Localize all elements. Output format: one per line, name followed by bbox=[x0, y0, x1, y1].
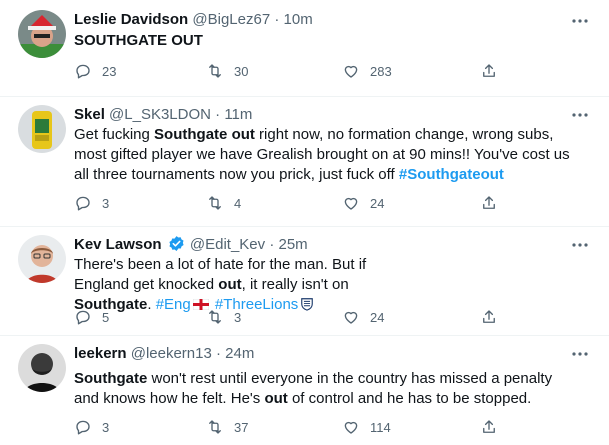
heart-icon bbox=[344, 65, 358, 78]
heart-icon bbox=[344, 197, 358, 210]
retweet-count: 37 bbox=[234, 419, 249, 435]
more-icon[interactable] bbox=[571, 106, 589, 124]
keyword-highlight: Southgate bbox=[154, 126, 228, 143]
tweet-actions: 23 30 283 bbox=[74, 61, 504, 81]
retweet-button[interactable]: 4 bbox=[206, 193, 241, 213]
retweet-icon bbox=[209, 64, 221, 78]
display-name[interactable]: Skel bbox=[74, 106, 105, 123]
tweet-actions: 3 4 24 bbox=[74, 193, 504, 213]
tweet-text-segment: , it really isn't on bbox=[241, 276, 349, 293]
reply-count: 3 bbox=[102, 195, 110, 211]
tweet-header: Skel @L_SK3LDON · 11m bbox=[74, 105, 252, 125]
tweet[interactable]: Skel @L_SK3LDON · 11m Get fucking Southg… bbox=[0, 97, 609, 227]
tweet[interactable]: Kev Lawson @Edit_Kev · 25m There's been … bbox=[0, 227, 609, 336]
like-button[interactable]: 283 bbox=[342, 61, 392, 81]
separator-dot: · bbox=[215, 106, 221, 123]
share-icon bbox=[483, 310, 495, 323]
retweet-button[interactable]: 37 bbox=[206, 417, 248, 437]
timestamp[interactable]: 25m bbox=[278, 236, 307, 253]
avatar[interactable] bbox=[18, 105, 66, 153]
verified-badge-icon bbox=[169, 236, 184, 251]
share-button[interactable] bbox=[480, 193, 508, 213]
share-icon bbox=[483, 420, 495, 433]
tweet-header: leekern @leekern13 · 24m bbox=[74, 344, 254, 364]
tweet-feed: Leslie Davidson @BigLez67 · 10m SOUTHGAT… bbox=[0, 0, 609, 445]
like-count: 114 bbox=[370, 419, 391, 435]
user-handle[interactable]: @Edit_Kev bbox=[190, 236, 265, 253]
retweet-icon bbox=[209, 310, 221, 324]
timestamp[interactable]: 11m bbox=[224, 106, 252, 123]
tweet-header: Leslie Davidson @BigLez67 · 10m bbox=[74, 10, 313, 30]
like-count: 283 bbox=[370, 63, 392, 79]
separator-dot: · bbox=[269, 236, 275, 253]
tweet-text: Southgate won't rest until everyone in t… bbox=[74, 369, 564, 409]
retweet-button[interactable]: 3 bbox=[206, 307, 241, 327]
tweet[interactable]: leekern @leekern13 · 24m Southgate won't… bbox=[0, 336, 609, 445]
reply-button[interactable]: 3 bbox=[74, 193, 109, 213]
reply-count: 5 bbox=[102, 309, 110, 325]
retweet-button[interactable]: 30 bbox=[206, 61, 248, 81]
avatar[interactable] bbox=[18, 344, 66, 392]
heart-icon bbox=[344, 311, 358, 324]
share-button[interactable] bbox=[480, 61, 508, 81]
share-icon bbox=[483, 196, 495, 209]
display-name[interactable]: Kev Lawson bbox=[74, 236, 162, 253]
timestamp[interactable]: 24m bbox=[225, 345, 254, 362]
tweet-text: Get fucking Southgate out right now, no … bbox=[74, 125, 574, 185]
like-count: 24 bbox=[370, 195, 385, 211]
tweet-text-segment: of control and he has to be stopped. bbox=[287, 390, 532, 407]
separator-dot: · bbox=[274, 11, 280, 28]
keyword-highlight: out bbox=[264, 390, 288, 407]
like-button[interactable]: 114 bbox=[342, 417, 391, 437]
display-name[interactable]: leekern bbox=[74, 345, 127, 362]
reply-button[interactable]: 23 bbox=[74, 61, 116, 81]
retweet-icon bbox=[209, 420, 221, 434]
tweet-text-segment: Get fucking bbox=[74, 126, 155, 143]
hashtag-link[interactable]: #Southgateout bbox=[399, 166, 504, 183]
tweet-text-segment: SOUTHGATE OUT bbox=[74, 32, 203, 49]
retweet-count: 3 bbox=[234, 309, 242, 325]
reply-icon bbox=[76, 64, 90, 79]
user-handle[interactable]: @leekern13 bbox=[131, 345, 212, 362]
reply-icon bbox=[76, 420, 90, 435]
more-icon[interactable] bbox=[571, 345, 589, 363]
reply-count: 3 bbox=[102, 419, 110, 435]
like-button[interactable]: 24 bbox=[342, 307, 384, 327]
tweet-actions: 3 37 114 bbox=[74, 417, 504, 437]
reply-button[interactable]: 3 bbox=[74, 417, 109, 437]
tweet-text: There's been a lot of hate for the man. … bbox=[74, 255, 384, 315]
display-name[interactable]: Leslie Davidson bbox=[74, 11, 188, 28]
heart-icon bbox=[344, 421, 358, 434]
user-handle[interactable]: @BigLez67 bbox=[192, 11, 270, 28]
share-icon bbox=[483, 64, 495, 77]
timestamp[interactable]: 10m bbox=[284, 11, 313, 28]
keyword-highlight: Southgate bbox=[74, 370, 148, 387]
share-button[interactable] bbox=[480, 307, 508, 327]
more-icon[interactable] bbox=[571, 236, 589, 254]
tweet-header: Kev Lawson @Edit_Kev · 25m bbox=[74, 235, 308, 255]
retweet-count: 30 bbox=[234, 63, 249, 79]
reply-count: 23 bbox=[102, 63, 117, 79]
retweet-count: 4 bbox=[234, 195, 242, 211]
like-button[interactable]: 24 bbox=[342, 193, 384, 213]
reply-icon bbox=[76, 196, 90, 211]
like-count: 24 bbox=[370, 309, 385, 325]
user-handle[interactable]: @L_SK3LDON bbox=[109, 106, 211, 123]
retweet-icon bbox=[209, 196, 221, 210]
tweet[interactable]: Leslie Davidson @BigLez67 · 10m SOUTHGAT… bbox=[0, 0, 609, 97]
keyword-highlight: out bbox=[218, 276, 242, 293]
more-icon[interactable] bbox=[571, 12, 589, 30]
tweet-text: SOUTHGATE OUT bbox=[74, 31, 574, 51]
keyword-highlight: out bbox=[231, 126, 255, 143]
avatar[interactable] bbox=[18, 235, 66, 283]
separator-dot: · bbox=[216, 345, 221, 362]
avatar[interactable] bbox=[18, 10, 66, 58]
share-button[interactable] bbox=[480, 417, 508, 437]
tweet-actions: 5 3 24 bbox=[74, 307, 504, 327]
reply-button[interactable]: 5 bbox=[74, 307, 109, 327]
reply-icon bbox=[76, 310, 90, 325]
